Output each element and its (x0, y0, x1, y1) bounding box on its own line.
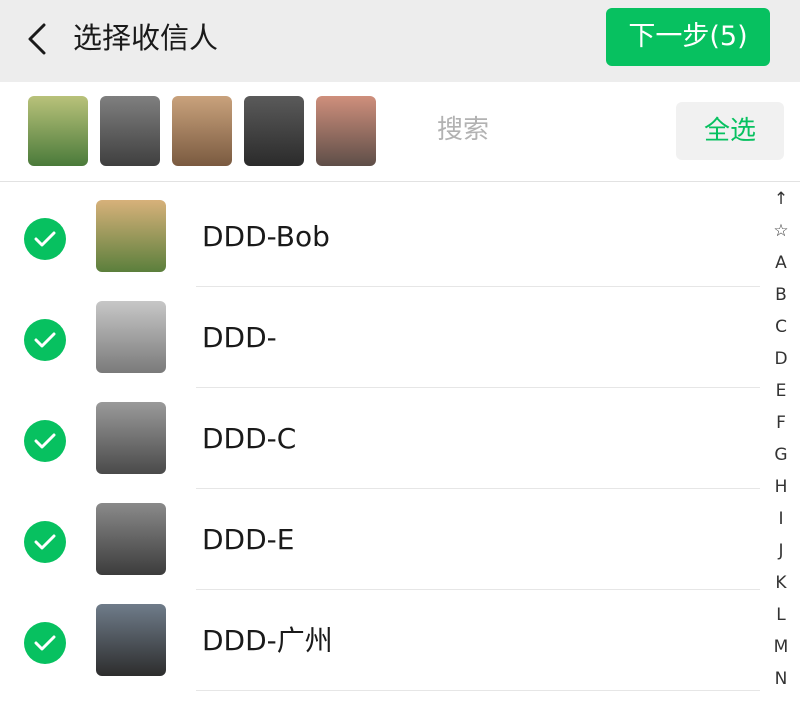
selected-avatar[interactable] (172, 96, 232, 166)
index-letter[interactable]: ☆ (764, 215, 798, 247)
avatar (96, 503, 166, 575)
alphabet-index[interactable]: ↑ ☆ A B C D E F G H I J K L M N (764, 183, 798, 695)
checkbox-checked-icon[interactable] (24, 521, 66, 563)
selected-avatar[interactable] (316, 96, 376, 166)
checkbox-checked-icon[interactable] (24, 319, 66, 361)
next-step-button[interactable]: 下一步(5) (606, 8, 770, 66)
index-letter[interactable]: L (764, 599, 798, 631)
selected-avatar[interactable] (100, 96, 160, 166)
index-letter[interactable]: J (764, 535, 798, 567)
index-letter[interactable]: ↑ (764, 183, 798, 215)
contact-name: DDD- (202, 321, 277, 354)
contact-row[interactable]: DDD-E (0, 489, 760, 590)
index-letter[interactable]: D (764, 343, 798, 375)
avatar (96, 604, 166, 676)
checkbox-checked-icon[interactable] (24, 622, 66, 664)
index-letter[interactable]: C (764, 311, 798, 343)
contact-name: DDD-E (202, 523, 295, 556)
back-button[interactable] (22, 22, 52, 56)
selected-avatars-strip (28, 96, 420, 166)
contact-row[interactable]: DDD- (0, 287, 760, 388)
header-bar: 选择收信人 下一步(5) (0, 0, 800, 82)
contact-row[interactable]: DDD-Bob (0, 186, 760, 287)
index-letter[interactable]: E (764, 375, 798, 407)
index-letter[interactable]: F (764, 407, 798, 439)
index-letter[interactable]: H (764, 471, 798, 503)
selected-avatar[interactable] (28, 96, 88, 166)
avatar (96, 301, 166, 373)
checkbox-checked-icon[interactable] (24, 420, 66, 462)
index-letter[interactable]: K (764, 567, 798, 599)
avatar (96, 402, 166, 474)
index-letter[interactable]: N (764, 663, 798, 695)
chevron-left-icon (28, 23, 46, 55)
checkbox-checked-icon[interactable] (24, 218, 66, 260)
contact-row[interactable]: DDD-C (0, 388, 760, 489)
page-title: 选择收信人 (73, 21, 219, 55)
index-letter[interactable]: B (764, 279, 798, 311)
avatar (96, 200, 166, 272)
search-bar: 搜索 全选 (0, 82, 800, 182)
contact-name: DDD-广州 (202, 624, 333, 657)
row-divider (196, 690, 760, 691)
index-letter[interactable]: I (764, 503, 798, 535)
search-input[interactable]: 搜索 (437, 112, 489, 148)
selected-avatar[interactable] (244, 96, 304, 166)
index-letter[interactable]: M (764, 631, 798, 663)
index-letter[interactable]: G (764, 439, 798, 471)
select-all-button[interactable]: 全选 (676, 102, 784, 160)
contact-name: DDD-Bob (202, 220, 330, 253)
index-letter[interactable]: A (764, 247, 798, 279)
contact-row[interactable]: DDD-广州 (0, 590, 760, 691)
contact-list: DDD-Bob DDD- DDD-C DDD-E DDD-广州 (0, 186, 760, 691)
contact-name: DDD-C (202, 422, 297, 455)
